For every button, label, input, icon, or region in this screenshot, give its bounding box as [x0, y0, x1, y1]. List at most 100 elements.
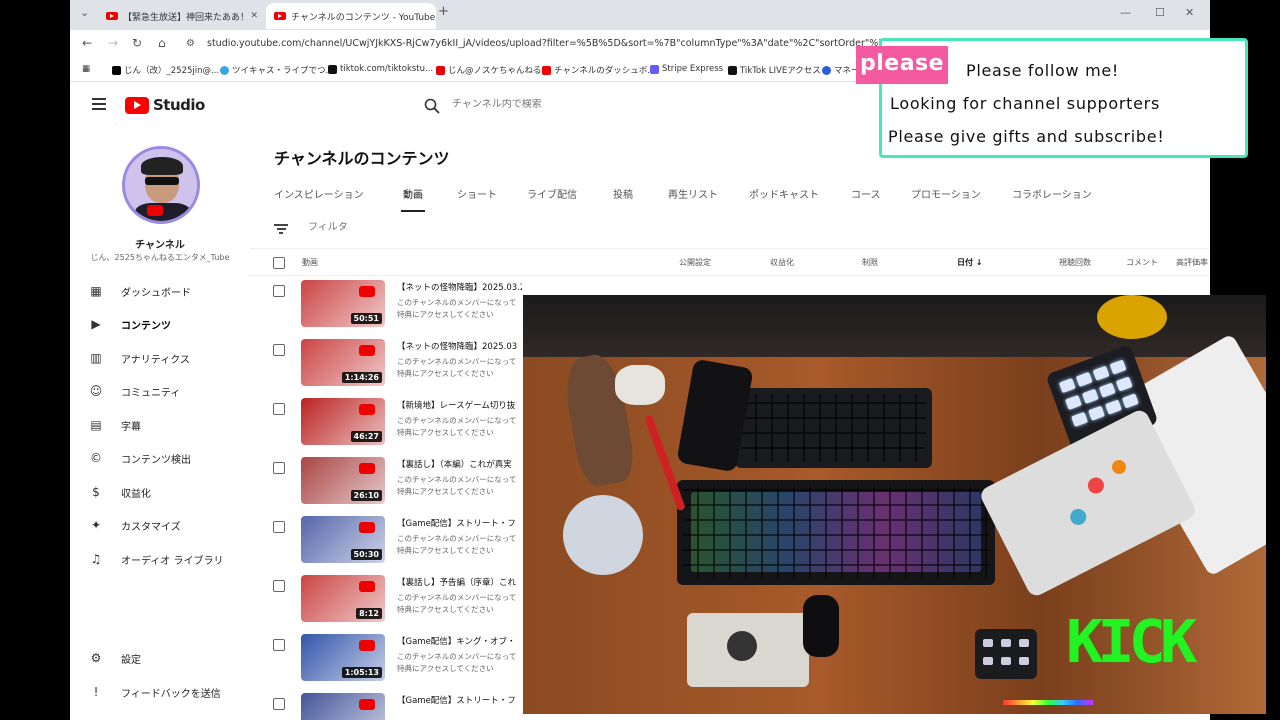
bookmark-2[interactable]: ツイキャス・ライブでつ...: [220, 64, 334, 76]
video-thumbnail[interactable]: 8:12: [301, 575, 385, 622]
tab-posts[interactable]: 投稿: [613, 186, 633, 212]
sidebar-item-content[interactable]: ▶ コンテンツ: [88, 313, 238, 335]
bookmark-3[interactable]: tiktok.com/tiktokstu...: [328, 64, 433, 74]
sidebar-item-subtitles[interactable]: ▤ 字幕: [88, 414, 238, 436]
video-duration: 1:14:26: [341, 372, 382, 383]
sidebar-item-settings[interactable]: ⚙ 設定: [88, 647, 238, 669]
video-title[interactable]: 【Game配信】ストリート・フ: [397, 694, 522, 706]
sidebar-item-copyright[interactable]: © コンテンツ検出: [88, 447, 238, 469]
sidebar-item-feedback[interactable]: ! フィードバックを送信: [88, 681, 238, 703]
youtube-badge-icon: [359, 286, 375, 297]
tab-shorts[interactable]: ショート: [457, 186, 497, 212]
youtube-badge-icon: [359, 345, 375, 356]
sidebar-item-customize[interactable]: ✦ カスタマイズ: [88, 514, 238, 536]
column-monetization[interactable]: 収益化: [770, 257, 794, 268]
column-views[interactable]: 視聴回数: [1059, 257, 1091, 268]
row-checkbox[interactable]: [273, 639, 285, 651]
tab-playlists[interactable]: 再生リスト: [668, 186, 718, 212]
select-all-checkbox[interactable]: [273, 257, 285, 269]
video-title[interactable]: 【新境地】レースゲーム切り抜: [397, 399, 522, 411]
studio-logo[interactable]: Studio: [125, 96, 205, 114]
video-title[interactable]: 【ネットの怪物降臨】2025.03: [397, 340, 522, 352]
tab-promotions[interactable]: プロモーション: [911, 186, 981, 212]
video-title[interactable]: 【裏話し】予告編（序章）これ: [397, 576, 522, 588]
row-checkbox[interactable]: [273, 285, 285, 297]
apps-icon[interactable]: ▦: [82, 64, 90, 74]
page-title: チャンネルのコンテンツ: [274, 149, 450, 168]
video-thumbnail[interactable]: 1:05:13: [301, 634, 385, 681]
search-icon[interactable]: [424, 98, 440, 114]
home-icon[interactable]: ⌂: [158, 36, 166, 50]
browser-tab-1[interactable]: 【緊急生放送】神回来たああ！ ✕: [98, 3, 266, 29]
video-thumbnail[interactable]: 50:30: [301, 516, 385, 563]
forward-icon[interactable]: →: [108, 36, 118, 50]
bookmark-7[interactable]: TikTok LIVEアクセス: [728, 64, 821, 76]
subtitles-icon: ▤: [90, 418, 102, 432]
column-restrictions[interactable]: 制限: [862, 257, 878, 268]
row-checkbox[interactable]: [273, 462, 285, 474]
tab-courses[interactable]: コース: [851, 186, 881, 212]
browser-tab-2[interactable]: チャンネルのコンテンツ - YouTube ✕: [266, 3, 436, 29]
filter-input[interactable]: [308, 222, 408, 233]
video-title[interactable]: 【裏話し】（本編）これが真実: [397, 458, 522, 470]
menu-icon[interactable]: [92, 98, 106, 110]
row-checkbox[interactable]: [273, 580, 285, 592]
sidebar-item-community[interactable]: ☺ コミュニティ: [88, 380, 238, 402]
tiktok-icon: [728, 65, 737, 75]
new-tab-icon[interactable]: +: [438, 4, 449, 19]
bookmark-5[interactable]: チャンネルのダッシュボ...: [542, 64, 655, 76]
channel-search-input[interactable]: [452, 99, 652, 110]
address-bar[interactable]: studio.youtube.com/channel/UCwjYJkKXS-Rj…: [207, 38, 944, 49]
row-checkbox[interactable]: [273, 698, 285, 710]
close-tab-icon[interactable]: ✕: [435, 11, 436, 21]
tab-search-icon[interactable]: ⌄: [80, 6, 89, 19]
tab-collaborations[interactable]: コラボレーション: [1012, 186, 1092, 212]
back-icon[interactable]: ←: [82, 36, 92, 50]
video-thumbnail[interactable]: 46:27: [301, 398, 385, 445]
youtube-badge-icon: [359, 699, 375, 710]
sidebar-item-monetization[interactable]: $ 収益化: [88, 481, 238, 503]
video-title[interactable]: 【Game配信】キング・オブ・: [397, 635, 522, 647]
video-title[interactable]: 【Game配信】ストリート・フ: [397, 517, 522, 529]
video-description: このチャンネルのメンバーになって特典にアクセスしてください: [397, 593, 517, 614]
bookmark-1[interactable]: じん（改）_2525jin@...: [112, 64, 219, 76]
video-title[interactable]: 【ネットの怪物降臨】2025.03.27 第二章: [397, 281, 522, 293]
row-checkbox[interactable]: [273, 403, 285, 415]
maximize-icon[interactable]: ☐: [1155, 6, 1165, 19]
feedback-icon: !: [93, 685, 99, 699]
tab-videos[interactable]: 動画: [401, 186, 425, 212]
copyright-icon: ©: [90, 451, 102, 465]
channel-avatar[interactable]: [122, 146, 200, 224]
video-thumbnail[interactable]: 1:14:26: [301, 339, 385, 386]
site-info-icon[interactable]: ⚙: [186, 38, 195, 49]
filter-icon[interactable]: [274, 224, 288, 234]
minimize-icon[interactable]: —: [1120, 6, 1131, 19]
video-duration: 8:12: [356, 608, 382, 619]
bookmark-8[interactable]: マネー: [822, 64, 860, 76]
tab-podcasts[interactable]: ポッドキャスト: [749, 186, 819, 212]
column-likes[interactable]: 高評価率（低評価...: [1176, 257, 1210, 268]
row-checkbox[interactable]: [273, 344, 285, 356]
dashboard-icon: ▦: [90, 284, 102, 298]
money-icon: [822, 65, 831, 75]
video-thumbnail[interactable]: [301, 693, 385, 720]
bookmark-6[interactable]: Stripe Express: [650, 64, 723, 74]
sidebar-item-audio-library[interactable]: ♫ オーディオ ライブラリ: [88, 548, 238, 570]
column-visibility[interactable]: 公開設定: [679, 257, 711, 268]
column-comments[interactable]: コメント: [1126, 257, 1158, 268]
tab-live[interactable]: ライブ配信: [527, 186, 577, 212]
close-window-icon[interactable]: ✕: [1185, 6, 1194, 19]
settings-icon: ⚙: [90, 651, 102, 665]
bookmark-4[interactable]: じん@ノスケちゃんねる...: [436, 64, 550, 76]
tiktok-icon: [328, 64, 337, 74]
video-thumbnail[interactable]: 50:51: [301, 280, 385, 327]
close-tab-icon[interactable]: ✕: [250, 11, 258, 21]
sidebar-item-dashboard[interactable]: ▦ ダッシュボード: [88, 280, 238, 302]
column-date[interactable]: 日付 ↓: [957, 257, 983, 268]
tab-inspiration[interactable]: インスピレーション: [274, 186, 364, 212]
row-checkbox[interactable]: [273, 521, 285, 533]
tab-title: チャンネルのコンテンツ - YouTube: [291, 12, 436, 23]
sidebar-item-analytics[interactable]: ▥ アナリティクス: [88, 347, 238, 369]
video-thumbnail[interactable]: 26:10: [301, 457, 385, 504]
reload-icon[interactable]: ↻: [132, 36, 142, 50]
